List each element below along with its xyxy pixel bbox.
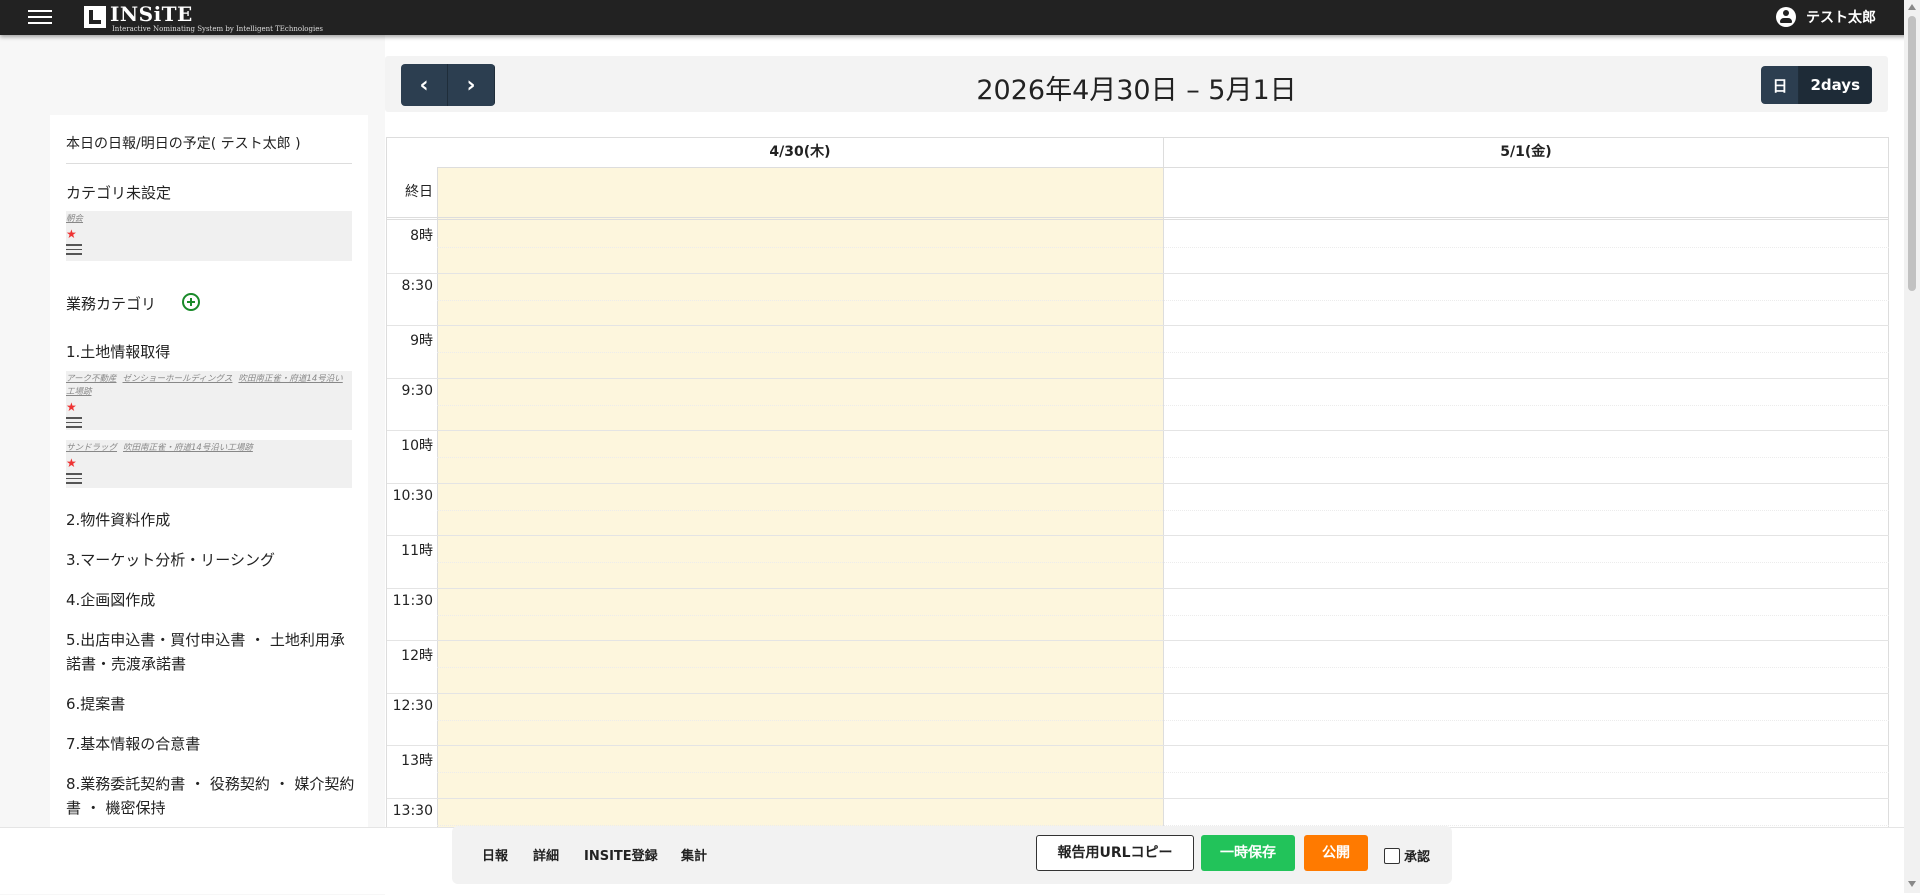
logo-title: INSiTE [110,2,193,26]
scroll-thumb[interactable] [1908,16,1916,291]
view-day-button[interactable]: 日 [1761,66,1800,104]
star-icon[interactable]: ★ [66,401,352,413]
page-scrollbar[interactable] [1904,0,1920,893]
time-slot-row[interactable]: 8時 [387,221,1889,274]
card-tag[interactable]: ゼンショーホールディングス [123,374,233,384]
scroll-down-arrow-icon[interactable] [1908,881,1916,887]
scroll-up-arrow-icon[interactable] [1908,4,1916,10]
sidebar-title: 本日の日報/明日の予定( テスト太郎 ) [66,133,352,164]
view-2days-button[interactable]: 2days [1799,66,1872,104]
publish-button[interactable]: 公開 [1304,835,1368,871]
task-card[interactable]: アーク不動産 ゼンショーホールディングス 吹田南正雀・府道14号沿い工場跡 ★ [66,371,352,430]
time-label: 10:30 [392,487,433,504]
time-slots[interactable]: 8時 8:30 9時 9:30 10時 10:30 11時 11:30 12時 12:30 13時 1… [387,221,1889,828]
time-slot-row[interactable]: 11:30 [387,589,1889,641]
drag-handle-icon[interactable] [66,473,82,484]
category-item[interactable]: 4.企画図作成 [66,588,356,612]
category-item[interactable]: 7.基本情報の合意書 [66,732,356,756]
bottom-action-bar: 日報 詳細 INSITE登録 集計 報告用URLコピー 一時保存 公開 承認 [452,826,1452,884]
drag-handle-icon[interactable] [66,417,82,428]
time-label: 11:30 [392,592,433,609]
time-label: 12:30 [392,697,433,714]
top-app-bar: INSiTE Interactive Nominating System by … [0,0,1920,35]
card-tag[interactable]: 吹田南正雀・府道14号沿い工場跡 [123,443,253,453]
time-label: 13:30 [392,802,433,819]
temporary-save-button[interactable]: 一時保存 [1201,835,1295,871]
star-icon[interactable]: ★ [66,457,352,469]
time-slot-row[interactable]: 11時 [387,536,1889,589]
half-hour-line [437,299,1889,301]
category-item[interactable]: 8.業務委託契約書 ・ 役務契約 ・ 媒介契約書 ・ 機密保持 [66,772,356,820]
details-link[interactable]: 詳細 [533,845,559,864]
time-slot-row[interactable]: 8:30 [387,274,1889,326]
card-tags: 朝会 [66,211,352,226]
all-day-label: 終日 [405,184,433,200]
half-hour-line [437,667,1889,668]
time-label: 9:30 [401,382,433,399]
half-hour-line [437,247,1889,248]
hamburger-menu-icon[interactable] [28,10,52,26]
card-tag[interactable]: サンドラッグ [66,443,117,453]
half-hour-line [437,404,1889,406]
star-icon[interactable]: ★ [66,228,352,240]
time-slot-row[interactable]: 10時 [387,431,1889,484]
logo-subtitle: Interactive Nominating System by Intelli… [112,25,323,33]
category-item[interactable]: 2.物件資料作成 [66,508,356,532]
time-label: 8:30 [401,277,433,294]
category-item[interactable]: 6.提案書 [66,692,356,716]
time-slot-row[interactable]: 12:30 [387,694,1889,746]
time-label: 9時 [410,333,433,349]
summary-link[interactable]: 集計 [681,845,707,864]
time-slot-row[interactable]: 13:30 [387,799,1889,829]
business-category-heading: 業務カテゴリ [66,293,156,314]
time-slot-row[interactable]: 13時 [387,746,1889,799]
copy-report-url-button[interactable]: 報告用URLコピー [1036,835,1194,871]
time-label: 12時 [401,648,433,664]
day-header[interactable]: 5/1(金) [1164,138,1888,168]
report-sidebar: 本日の日報/明日の予定( テスト太郎 ) カテゴリ未設定 朝会 ★ 業務カテゴリ… [50,115,368,893]
calendar-toolbar: ‹ › 2026年4月30日 – 5月1日 日 2days [385,56,1888,112]
card-tag[interactable]: 朝会 [66,214,83,224]
approve-checkbox[interactable] [1384,848,1400,864]
drag-handle-icon[interactable] [66,244,82,255]
time-label: 8時 [410,228,433,244]
category-item[interactable]: 1.土地情報取得 [66,340,356,364]
task-card[interactable]: サンドラッグ 吹田南正雀・府道14号沿い工場跡 ★ [66,440,352,488]
card-tags: アーク不動産 ゼンショーホールディングス 吹田南正雀・府道14号沿い工場跡 [66,371,352,399]
half-hour-line [437,509,1889,511]
half-hour-line [437,562,1889,563]
daily-report-link[interactable]: 日報 [482,845,508,864]
category-item[interactable]: 5.出店申込書・買付申込書 ・ 土地利用承諾書・売渡承諾書 [66,628,356,676]
time-label: 13時 [401,753,433,769]
day-header[interactable]: 4/30(木) [437,138,1163,168]
insite-register-link[interactable]: INSITE登録 [584,845,658,864]
account-circle-icon [1776,7,1796,27]
time-label: 11時 [401,543,433,559]
card-tags: サンドラッグ 吹田南正雀・府道14号沿い工場跡 [66,440,352,455]
calendar-title: 2026年4月30日 – 5月1日 [976,75,1297,106]
task-card[interactable]: 朝会 ★ [66,211,352,261]
uncategorized-heading: カテゴリ未設定 [66,184,172,202]
half-hour-line [437,614,1889,616]
view-switcher: 日 2days [1761,66,1872,104]
card-tag[interactable]: アーク不動産 [66,374,117,384]
business-category-label: 業務カテゴリ [66,295,157,313]
half-hour-line [437,457,1889,458]
approve-label: 承認 [1404,850,1431,865]
user-name: テスト太郎 [1806,10,1876,26]
half-hour-line [437,352,1889,353]
half-hour-line [437,719,1889,721]
calendar-grid: 4/30(木) 5/1(金) 終日 8時 8:30 9時 9:30 10時 10:30 11… [386,137,1889,828]
all-day-row[interactable]: 終日 [387,167,1889,220]
time-slot-row[interactable]: 10:30 [387,484,1889,536]
half-hour-line [437,772,1889,773]
time-label: 10時 [401,438,433,454]
time-slot-row[interactable]: 12時 [387,641,1889,694]
time-slot-row[interactable]: 9:30 [387,379,1889,431]
category-item[interactable]: 3.マーケット分析・リーシング [66,548,356,572]
add-category-icon[interactable] [182,293,200,311]
logo-mark-icon [84,6,106,28]
user-menu[interactable]: テスト太郎 [1776,7,1876,27]
time-slot-row[interactable]: 9時 [387,326,1889,379]
